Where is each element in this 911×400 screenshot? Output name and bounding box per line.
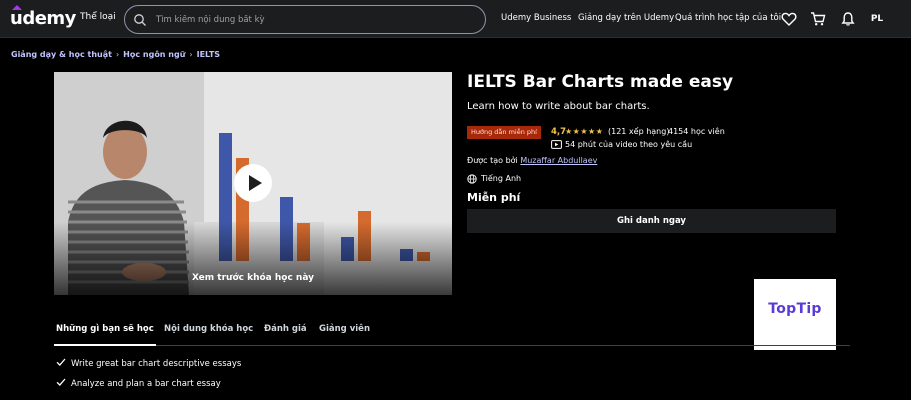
udemy-logo[interactable]: udemy: [10, 5, 76, 31]
author-link[interactable]: Muzaffar Abdullaev: [520, 156, 597, 165]
course-language: Tiếng Anh: [481, 174, 522, 183]
toptip-logo-text: TopTip: [768, 301, 822, 317]
breadcrumb-languages[interactable]: Học ngôn ngữ: [123, 50, 185, 59]
search-bar[interactable]: [124, 5, 486, 34]
breadcrumb-teaching[interactable]: Giảng dạy & học thuật: [11, 50, 112, 59]
top-header: udemy Thể loại Udemy Business Giảng dạy …: [0, 0, 911, 38]
course-preview-video[interactable]: Xem trước khóa học này: [54, 72, 452, 295]
bell-icon[interactable]: [840, 11, 856, 27]
logo-mark-icon: [12, 5, 22, 10]
enroll-now-button[interactable]: Ghi danh ngay: [467, 209, 836, 233]
breadcrumb-ielts[interactable]: IELTS: [197, 50, 220, 59]
tab-instructor[interactable]: Giảng viên: [319, 324, 370, 334]
breadcrumb: Giảng dạy & học thuật › Học ngôn ngữ › IELTS: [11, 50, 220, 59]
active-tab-indicator: [54, 344, 156, 346]
check-icon: [56, 378, 66, 386]
nav-teach-on-udemy[interactable]: Giảng dạy trên Udemy: [578, 13, 674, 23]
preview-gradient-overlay: [54, 222, 452, 295]
tab-what-you-learn[interactable]: Những gì bạn sẽ học: [56, 324, 154, 334]
student-count: 4154 học viên: [668, 127, 725, 136]
free-tutorial-badge: Hướng dẫn miễn phí: [467, 126, 541, 139]
play-icon: [249, 175, 262, 191]
course-title: IELTS Bar Charts made easy: [467, 72, 734, 92]
tab-reviews[interactable]: Đánh giá: [264, 324, 307, 334]
cart-icon[interactable]: [810, 11, 826, 27]
nav-my-learning[interactable]: Quá trình học tập của tôi: [675, 13, 781, 23]
course-price: Miễn phí: [467, 191, 521, 204]
video-duration: 54 phút của video theo yêu cầu: [565, 140, 693, 149]
heart-icon[interactable]: [781, 11, 797, 27]
created-by-line: Được tạo bởi Muzaffar Abdullaev: [467, 156, 597, 165]
rating-value: 4,7: [551, 127, 567, 137]
nav-udemy-business[interactable]: Udemy Business: [501, 13, 571, 23]
logo-text: udemy: [10, 8, 76, 29]
preview-label[interactable]: Xem trước khóa học này: [54, 273, 452, 283]
course-subtitle: Learn how to write about bar charts.: [467, 101, 650, 112]
breadcrumb-separator: ›: [115, 50, 120, 59]
learning-text: Write great bar chart descriptive essays: [71, 359, 242, 369]
user-avatar[interactable]: PL: [867, 9, 887, 29]
breadcrumb-separator: ›: [189, 50, 193, 59]
search-icon[interactable]: [133, 13, 147, 27]
rating-stars-icon: ★★★★★: [565, 127, 604, 136]
categories-menu[interactable]: Thể loại: [80, 12, 116, 22]
created-by-label: Được tạo bởi: [467, 156, 521, 165]
play-button[interactable]: [234, 164, 272, 202]
learning-item: Write great bar chart descriptive essays: [56, 357, 241, 369]
learning-text: Analyze and plan a bar chart essay: [71, 379, 221, 389]
search-input[interactable]: [156, 13, 476, 27]
globe-icon: [467, 174, 477, 184]
course-tabs: Những gì bạn sẽ học Nội dung khóa học Đá…: [54, 318, 850, 346]
check-icon: [56, 358, 66, 366]
learning-item: Analyze and plan a bar chart essay: [56, 377, 221, 389]
video-icon: [551, 140, 562, 149]
tab-course-content[interactable]: Nội dung khóa học: [164, 324, 253, 334]
rating-count-link[interactable]: (121 xếp hạng): [608, 127, 669, 136]
